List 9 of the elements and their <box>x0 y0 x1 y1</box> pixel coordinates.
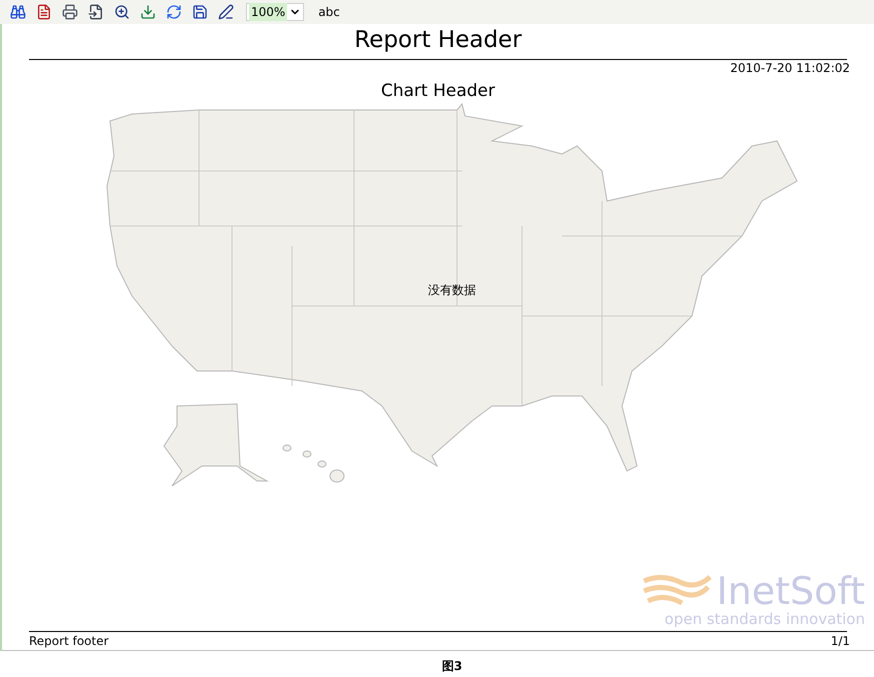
page-number: 1/1 <box>830 633 850 650</box>
chart-header: Chart Header <box>380 80 496 102</box>
report-header: Report Header <box>353 26 523 55</box>
figure-caption: 图3 <box>442 658 462 675</box>
no-data-message: 没有数据 <box>428 282 476 299</box>
report-timestamp: 2010-7-20 11:02:02 <box>729 60 850 76</box>
find-text: abc <box>318 4 340 21</box>
zoom-dropdown[interactable]: 100% <box>246 3 304 21</box>
report-footer: Report footer <box>29 632 109 650</box>
